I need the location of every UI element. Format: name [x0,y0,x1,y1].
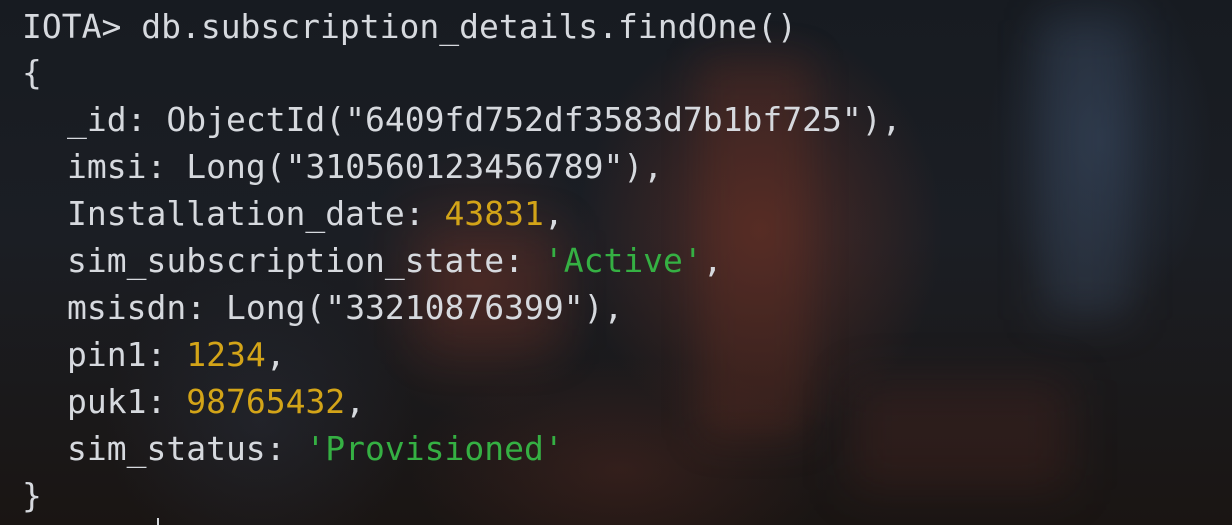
field-key: sim_subscription_state [67,241,505,280]
field-value: 43831 [444,194,544,233]
command-line: IOTA> db.subscription_details.findOne() [22,3,797,50]
field-row-puk1: puk1: 98765432, [67,382,366,421]
open-brace: { [22,53,42,92]
field-key: sim_status [67,429,266,468]
field-key: _id [67,100,127,139]
field-row-installation-date: Installation_date: 43831, [67,194,564,233]
text-cursor [157,518,159,525]
field-suffix: "), [563,288,624,327]
field-prefix: Long(" [225,288,346,327]
field-suffix: , [702,241,723,280]
field-key: msisdn [67,288,187,327]
field-key: imsi [67,147,147,186]
field-row-sim-subscription-state: sim_subscription_state: 'Active', [67,241,723,280]
field-value: 310560123456789 [305,147,604,186]
field-key: pin1 [67,335,147,374]
shell-prompt: IOTA> [22,7,122,46]
terminal-output[interactable]: IOTA> db.subscription_details.findOne() … [0,0,1232,525]
field-key: puk1 [67,382,147,421]
close-brace: } [22,476,42,515]
field-suffix: "), [841,100,902,139]
field-row-id: _id: ObjectId("6409fd752df3583d7b1bf725"… [67,100,902,139]
field-row-sim-status: sim_status: 'Provisioned' [67,429,564,468]
field-row-pin1: pin1: 1234, [67,335,286,374]
field-row-msisdn: msisdn: Long("33210876399"), [67,288,624,327]
field-suffix: "), [603,147,664,186]
field-value: 'Provisioned' [305,429,564,468]
field-value: 33210876399 [345,288,564,327]
field-prefix: Long(" [186,147,306,186]
field-value: 1234 [186,335,266,374]
field-suffix: , [543,194,564,233]
field-row-imsi: imsi: Long("310560123456789"), [67,147,664,186]
field-value: 98765432 [186,382,346,421]
field-key: Installation_date [67,194,405,233]
field-suffix: , [265,335,286,374]
field-value: 6409fd752df3583d7b1bf725 [365,100,842,139]
command-text: db.subscription_details.findOne() [141,7,797,46]
field-value: 'Active' [543,241,703,280]
field-prefix: ObjectId(" [166,100,366,139]
field-suffix: , [345,382,366,421]
